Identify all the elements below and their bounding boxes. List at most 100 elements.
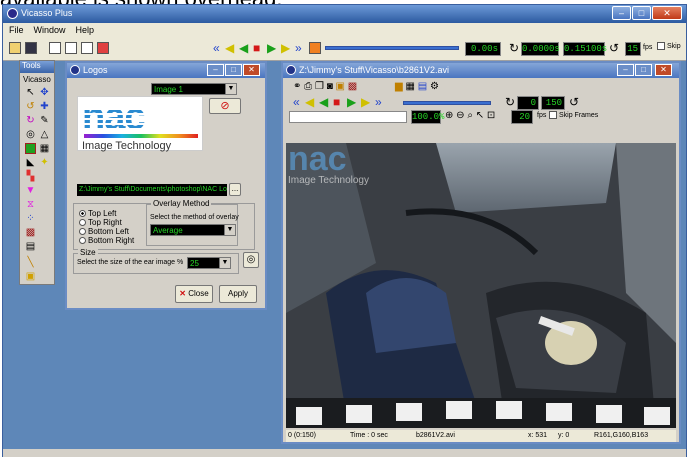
stop-icon[interactable]: ■ (253, 41, 260, 55)
zoom-in-icon[interactable]: ⊕ (445, 110, 453, 121)
grid-tool-icon[interactable]: ▚ (25, 171, 36, 182)
filter2-tool-icon[interactable]: ⧖ (25, 199, 36, 210)
camera-icon[interactable]: ◙ (327, 81, 333, 92)
angle-tool-icon[interactable]: ◣ (25, 157, 36, 168)
line-tool-icon[interactable]: ╲ (25, 257, 36, 268)
record-icon[interactable] (309, 42, 321, 54)
loop-end-icon[interactable]: ↺ (609, 41, 619, 55)
overlay-logo-word: nac (288, 143, 347, 178)
skip-frames-checkbox[interactable] (549, 111, 557, 119)
color-tool-icon[interactable] (25, 143, 36, 154)
frame-icon[interactable]: ⊡ (487, 110, 495, 121)
menu-window[interactable]: Window (34, 25, 66, 35)
logo-path-field[interactable]: Z:\Jimmy's Stuff\Documents\photoshop\NAC… (77, 184, 227, 196)
pen-tool-icon[interactable]: ✎ (39, 115, 50, 126)
zoom-out-icon[interactable]: ⊖ (456, 110, 464, 121)
target-tool-icon[interactable]: ◎ (25, 129, 36, 140)
video-fps-field[interactable]: 20 (511, 110, 533, 124)
step-forward-icon[interactable]: ▶ (281, 41, 290, 55)
end-time-field[interactable]: 0.15100s (563, 42, 607, 56)
frame-end-field[interactable]: 150 (541, 96, 565, 110)
print-icon[interactable] (81, 42, 93, 54)
play-back-icon[interactable]: ◀ (239, 41, 248, 55)
film-icon[interactable]: ▩ (348, 81, 357, 92)
pointer-icon[interactable]: ↖ (476, 110, 484, 121)
remove-image-button[interactable]: ⊘ (209, 98, 241, 114)
close-button[interactable]: ✕ (652, 6, 682, 20)
grid-icon[interactable]: ▦ (405, 81, 414, 92)
logos-close-button[interactable]: ✕ (243, 64, 260, 76)
video-minimize-button[interactable]: – (617, 64, 634, 76)
image-tool-icon[interactable]: ▣ (25, 271, 36, 282)
calculator-tool-icon[interactable]: ▦ (39, 143, 50, 154)
select-tool-icon[interactable]: ↖ (25, 87, 36, 98)
start-time-field[interactable]: 0.0000s (521, 42, 560, 56)
radio-bottom-right[interactable]: Bottom Right (79, 236, 134, 245)
filter-tool-icon[interactable]: ▼ (25, 185, 36, 196)
move-tool-icon[interactable]: ✥ (39, 87, 50, 98)
size-select[interactable]: 25 ▼ (187, 257, 231, 269)
main-toolbar: « ◀ ◀ ■ ▶ ▶ » 0.00s ↻ 0.0000s 0.15100s ↺… (3, 37, 686, 61)
video-hscroll[interactable] (289, 111, 407, 123)
menu-file[interactable]: File (9, 25, 24, 35)
video-frame[interactable]: nac Image Technology (286, 143, 676, 428)
video-maximize-button[interactable]: □ (635, 64, 652, 76)
video-stop-icon[interactable]: ■ (333, 95, 340, 109)
link-icon[interactable]: ⚭ (293, 81, 301, 92)
overlay-method-select[interactable]: Average ▼ (150, 224, 236, 236)
radio-top-right[interactable]: Top Right (79, 218, 122, 227)
timeline-slider[interactable] (325, 46, 459, 50)
image-select[interactable]: Image 1 ▼ (151, 83, 237, 95)
rotate-tool-icon[interactable]: ↻ (25, 115, 36, 126)
paste-icon[interactable] (65, 42, 77, 54)
window-icon[interactable]: ▤ (418, 81, 427, 92)
play-icon[interactable]: ▶ (267, 41, 276, 55)
layout-icon[interactable] (97, 42, 109, 54)
video-play-back-icon[interactable]: ◀ (319, 95, 328, 109)
video-play-icon[interactable]: ▶ (347, 95, 356, 109)
video-step-forward-icon[interactable]: ▶ (361, 95, 370, 109)
skip-checkbox[interactable] (657, 42, 665, 50)
copy-icon[interactable] (49, 42, 61, 54)
marker-tool-icon[interactable]: ✦ (39, 157, 50, 168)
open-icon[interactable]: ▆ (395, 81, 403, 92)
zoom-field[interactable]: 100.0% (411, 110, 444, 124)
video-loop-end-icon[interactable]: ↺ (569, 95, 579, 109)
preview-button[interactable]: ◎ (243, 252, 259, 268)
rewind-icon[interactable]: « (213, 41, 220, 55)
crosshair-tool-icon[interactable]: ✚ (39, 101, 50, 112)
radio-bottom-left[interactable]: Bottom Left (79, 227, 129, 236)
fast-forward-icon[interactable]: » (295, 41, 302, 55)
video-fast-forward-icon[interactable]: » (375, 95, 382, 109)
browse-button[interactable]: ... (229, 183, 241, 196)
step-back-icon[interactable]: ◀ (225, 41, 234, 55)
triangle-tool-icon[interactable]: △ (39, 129, 50, 140)
save-icon[interactable]: ▣ (336, 81, 345, 92)
open-icon[interactable] (9, 42, 21, 54)
video-rewind-icon[interactable]: « (293, 95, 300, 109)
frame-start-field[interactable]: 0 (517, 96, 539, 110)
maximize-button[interactable]: □ (632, 6, 651, 20)
apply-button[interactable]: Apply (219, 285, 257, 303)
radio-top-left[interactable]: Top Left (79, 209, 116, 218)
points-tool-icon[interactable]: ⁘ (25, 213, 36, 224)
settings-icon[interactable]: ⚙ (430, 81, 439, 92)
checker-tool-icon[interactable]: ▩ (25, 227, 36, 238)
loop-icon[interactable]: ↻ (509, 41, 519, 55)
menu-help[interactable]: Help (76, 25, 95, 35)
print-icon[interactable]: ⎙ (304, 81, 312, 92)
video-step-back-icon[interactable]: ◀ (305, 95, 314, 109)
zoom-fit-icon[interactable]: ⌕ (467, 110, 473, 121)
close-logos-button[interactable]: ✕ Close (175, 285, 213, 303)
chart-tool-icon[interactable]: ▤ (25, 241, 36, 252)
logos-maximize-button[interactable]: □ (225, 64, 242, 76)
logos-minimize-button[interactable]: – (207, 64, 224, 76)
video-close-button[interactable]: ✕ (655, 64, 672, 76)
copy-icon[interactable]: ❐ (315, 81, 324, 92)
save-icon[interactable] (25, 42, 37, 54)
lasso-tool-icon[interactable]: ↺ (25, 101, 36, 112)
fps-field[interactable]: 15 (625, 42, 641, 56)
video-timeline-slider[interactable] (403, 101, 491, 105)
video-loop-icon[interactable]: ↻ (505, 95, 515, 109)
minimize-button[interactable]: – (612, 6, 631, 20)
